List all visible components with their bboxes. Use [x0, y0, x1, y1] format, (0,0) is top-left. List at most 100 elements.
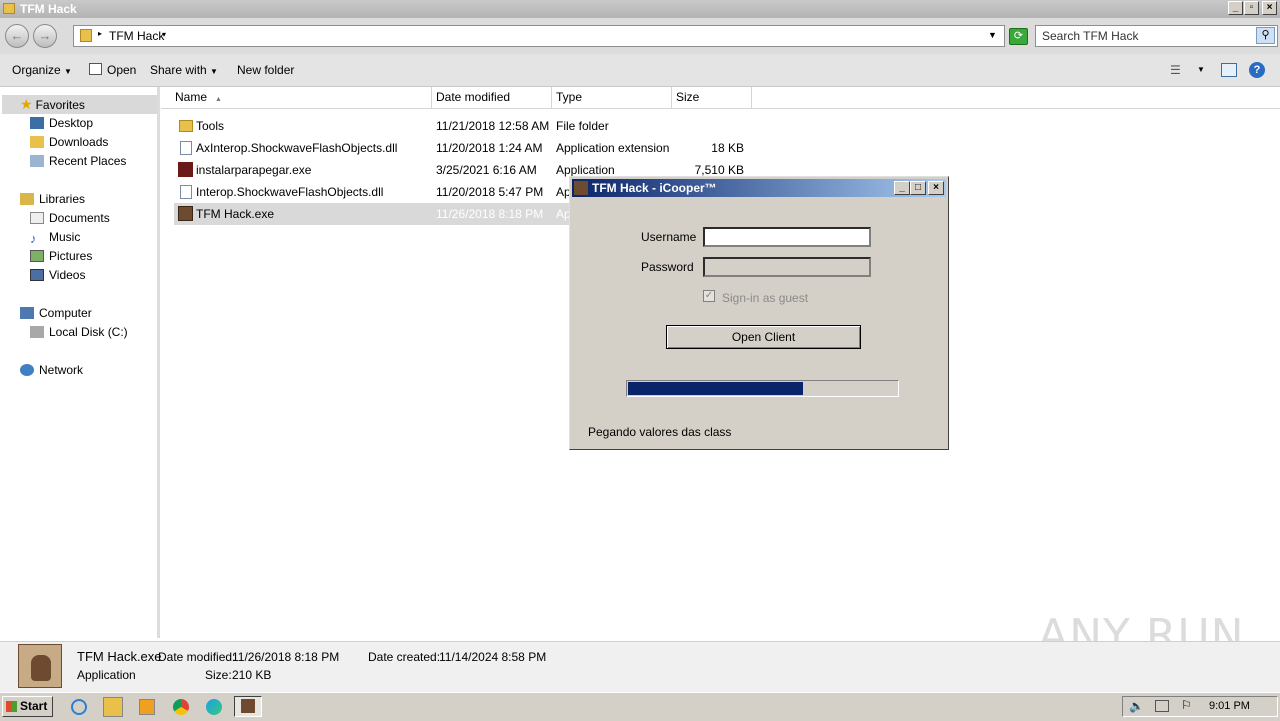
forward-arrow-icon: →	[38, 28, 52, 43]
chevron-down-icon[interactable]: ▼	[1197, 65, 1205, 74]
share-with-label: Share with	[150, 63, 207, 77]
password-field[interactable]	[703, 257, 871, 277]
dialog-maximize-button[interactable]: □	[910, 181, 926, 195]
windows-logo-icon	[6, 701, 17, 712]
view-options-icon[interactable]: ☰	[1170, 63, 1181, 77]
share-with-button[interactable]: Share with ▼	[150, 63, 218, 77]
address-path: TFM Hack	[109, 29, 165, 43]
edge-icon[interactable]	[206, 699, 222, 715]
minimize-button[interactable]: _	[1228, 1, 1243, 15]
nav-computer[interactable]: Computer	[20, 304, 92, 323]
nav-recent-places[interactable]: Recent Places	[30, 152, 126, 171]
chrome-icon[interactable]	[173, 699, 189, 715]
window-title: TFM Hack	[20, 2, 77, 16]
nav-local-disk[interactable]: Local Disk (C:)	[30, 323, 128, 342]
start-button[interactable]: Start	[2, 696, 53, 717]
network-tray-icon[interactable]	[1155, 700, 1169, 712]
nav-music-label: Music	[49, 230, 81, 244]
system-tray: 🔈 ⚐ 9:01 PM	[1122, 696, 1278, 717]
tfm-app-large-icon	[18, 644, 62, 688]
dialog-minimize-button[interactable]: _	[894, 181, 910, 195]
guest-checkbox-label: Sign-in as guest	[722, 291, 809, 305]
details-pane: TFM Hack.exe Date modified: 11/26/2018 8…	[0, 641, 1280, 692]
back-button[interactable]: ←	[5, 24, 29, 48]
dialog-close-button[interactable]: ×	[928, 181, 944, 195]
nav-videos-label: Videos	[49, 268, 86, 282]
nav-documents[interactable]: Documents	[30, 209, 110, 228]
window-title-bar[interactable]: TFM Hack _ ▫ ×	[0, 0, 1280, 19]
search-input[interactable]: Search TFM Hack ⚲	[1035, 25, 1278, 47]
desktop-icon	[30, 117, 44, 129]
history-dropdown-icon[interactable]: ▼	[988, 30, 997, 40]
nav-network-label: Network	[39, 363, 84, 377]
forward-button[interactable]: →	[33, 24, 57, 48]
open-icon	[89, 63, 102, 75]
recent-places-icon	[30, 155, 44, 167]
star-icon: ★	[20, 96, 33, 112]
file-type: Application extension	[556, 141, 670, 155]
nav-libraries[interactable]: Libraries	[20, 190, 85, 209]
file-name: TFM Hack.exe	[196, 207, 275, 221]
chevron-right-icon: ▸	[98, 29, 103, 38]
open-client-button[interactable]: Open Client	[666, 325, 861, 349]
nav-desktop[interactable]: Desktop	[30, 114, 93, 133]
nav-downloads[interactable]: Downloads	[30, 133, 108, 152]
details-date-created: 11/14/2024 8:58 PM	[439, 650, 547, 664]
file-name: AxInterop.ShockwaveFlashObjects.dll	[196, 141, 398, 155]
file-date: 11/26/2018 8:18 PM	[436, 207, 544, 221]
nav-favorites[interactable]: ★ Favorites	[2, 95, 157, 114]
nav-pictures[interactable]: Pictures	[30, 247, 92, 266]
chevron-down-icon[interactable]: ▾	[162, 30, 166, 39]
tfm-app-icon	[241, 699, 255, 713]
dll-file-icon	[180, 141, 192, 155]
file-row[interactable]: Tools 11/21/2018 12:58 AM File folder	[174, 115, 750, 137]
column-header-row: Name ▲ Date modified Type Size	[161, 87, 1280, 109]
internet-explorer-icon[interactable]	[71, 699, 87, 715]
details-date-created-label: Date created:	[368, 650, 441, 664]
file-name: instalarparapegar.exe	[196, 163, 312, 177]
column-size[interactable]: Size	[672, 87, 752, 108]
file-date: 11/21/2018 12:58 AM	[436, 119, 550, 133]
open-button[interactable]: Open	[107, 63, 136, 77]
tfm-hack-task-button[interactable]	[234, 696, 262, 717]
close-button[interactable]: ×	[1262, 1, 1277, 15]
details-size: 210 KB	[232, 668, 272, 682]
clock[interactable]: 9:01 PM	[1209, 700, 1250, 712]
nav-network[interactable]: Network	[20, 361, 83, 380]
new-folder-button[interactable]: New folder	[237, 63, 294, 77]
start-label: Start	[20, 699, 48, 713]
nav-documents-label: Documents	[49, 211, 110, 225]
guest-checkbox[interactable]: ✓	[703, 290, 715, 302]
column-date-modified[interactable]: Date modified	[432, 87, 552, 108]
preview-pane-icon[interactable]	[1221, 63, 1237, 77]
address-bar[interactable]: ▸ TFM Hack ▾ ▼	[73, 25, 1005, 47]
search-icon[interactable]: ⚲	[1256, 27, 1275, 44]
music-icon: ♪	[30, 231, 37, 246]
nav-favorites-label: Favorites	[35, 98, 85, 112]
nav-videos[interactable]: Videos	[30, 266, 85, 285]
organize-button[interactable]: Organize ▼	[12, 63, 72, 77]
file-row[interactable]: AxInterop.ShockwaveFlashObjects.dll 11/2…	[174, 137, 750, 159]
chevron-down-icon: ▼	[210, 67, 218, 76]
media-player-icon[interactable]	[139, 699, 155, 715]
dialog-title-bar[interactable]: TFM Hack - iCooper™ _ □ ×	[572, 179, 946, 197]
progress-bar	[626, 380, 899, 397]
command-toolbar: Organize ▼ Open Share with ▼ New folder …	[0, 54, 1280, 87]
username-field[interactable]	[703, 227, 871, 247]
explorer-icon[interactable]	[103, 697, 123, 717]
maximize-button[interactable]: ▫	[1244, 1, 1259, 15]
help-icon[interactable]: ?	[1249, 62, 1265, 78]
sort-ascending-icon: ▲	[215, 96, 222, 103]
nav-pictures-label: Pictures	[49, 249, 93, 263]
refresh-button[interactable]: ⟳	[1009, 28, 1028, 45]
computer-icon	[20, 307, 34, 319]
nav-local-disk-label: Local Disk (C:)	[49, 325, 128, 339]
navigation-pane: ★ Favorites Desktop Downloads Recent Plac…	[0, 87, 160, 638]
nav-libraries-label: Libraries	[39, 192, 86, 206]
column-type[interactable]: Type	[552, 87, 672, 108]
column-name[interactable]: Name ▲	[171, 87, 432, 108]
nav-music[interactable]: ♪ Music	[30, 228, 80, 247]
speaker-icon[interactable]: 🔈	[1129, 699, 1144, 713]
action-center-flag-icon[interactable]: ⚐	[1181, 698, 1192, 712]
documents-icon	[30, 212, 44, 224]
